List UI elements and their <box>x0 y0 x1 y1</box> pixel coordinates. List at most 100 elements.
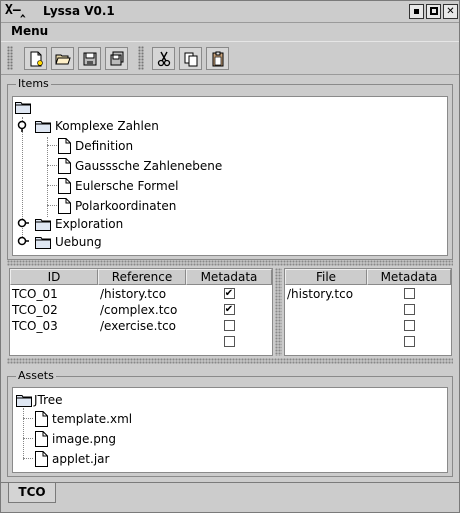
asset-item[interactable]: template.xml <box>35 410 132 428</box>
metadata-checkbox[interactable] <box>403 336 415 347</box>
collapsed-handle-icon[interactable] <box>17 218 29 230</box>
folder-icon <box>15 102 31 114</box>
new-button[interactable] <box>24 47 47 70</box>
table-row[interactable] <box>10 334 272 350</box>
cell-id: TCO_03 <box>12 319 58 333</box>
tab-tco[interactable]: TCO <box>8 483 56 503</box>
table-row[interactable]: TCO_03 /exercise.tco <box>10 318 272 334</box>
asset-item-label: applet.jar <box>52 452 110 466</box>
tree-node-label: Komplexe Zahlen <box>55 119 159 133</box>
minimize-button[interactable] <box>409 4 424 19</box>
metadata-checkbox[interactable] <box>403 320 415 331</box>
maximize-button[interactable] <box>426 4 441 19</box>
tree-node-komplexe-zahlen[interactable]: Komplexe Zahlen <box>35 117 159 135</box>
toolbar-grip[interactable] <box>138 46 144 70</box>
save-all-icon <box>110 51 124 66</box>
table-row[interactable]: TCO_01 /history.tco ✔ <box>10 286 272 302</box>
toolbar <box>1 41 459 75</box>
file-icon <box>35 411 48 427</box>
tab-strip-border <box>1 482 459 483</box>
assets-tree[interactable]: JTree template.xml image.png applet.jar <box>12 387 448 473</box>
cell-id: TCO_01 <box>12 287 58 301</box>
file-table[interactable]: File Metadata /history.tco <box>284 268 452 356</box>
horizontal-splitter[interactable] <box>7 260 453 266</box>
metadata-checkbox[interactable]: ✔ <box>223 304 235 315</box>
maximize-icon <box>429 7 438 15</box>
tree-guide <box>23 438 33 439</box>
file-table-header: File Metadata <box>285 269 451 285</box>
tree-root[interactable] <box>15 98 31 116</box>
tree-node-label: Uebung <box>55 235 102 249</box>
metadata-checkbox[interactable] <box>403 304 415 315</box>
cell-reference: /history.tco <box>100 287 167 301</box>
menu-item-menu[interactable]: Menu <box>11 24 48 38</box>
tree-leaf-eulersche-formel[interactable]: Eulersche Formel <box>58 177 178 195</box>
metadata-checkbox[interactable] <box>223 320 235 331</box>
items-tree[interactable]: Komplexe Zahlen Definition Gausssche Zah… <box>12 96 448 256</box>
table-row[interactable]: /history.tco <box>285 286 451 302</box>
collapsed-handle-icon[interactable] <box>17 236 29 248</box>
close-icon: ✕ <box>446 6 455 17</box>
asset-item[interactable]: applet.jar <box>35 450 109 468</box>
toolbar-grip[interactable] <box>7 46 13 70</box>
metadata-checkbox[interactable] <box>403 288 415 299</box>
table-row[interactable]: TCO_02 /complex.tco ✔ <box>10 302 272 318</box>
app-window: X—‸ Lyssa V0.1 ✕ Menu Items Komplexe Zah… <box>0 0 460 513</box>
column-header-metadata[interactable]: Metadata <box>367 269 451 285</box>
asset-item[interactable]: image.png <box>35 430 116 448</box>
tree-leaf-label: Gausssche Zahlenebene <box>75 159 223 173</box>
copy-button[interactable] <box>179 47 202 70</box>
vertical-splitter[interactable] <box>275 268 282 356</box>
tree-node-uebung[interactable]: Uebung <box>35 233 102 251</box>
save-button[interactable] <box>78 47 101 70</box>
table-row[interactable] <box>285 318 451 334</box>
assets-root[interactable]: JTree <box>16 391 63 409</box>
close-button[interactable]: ✕ <box>443 4 458 19</box>
title-bar[interactable]: X—‸ Lyssa V0.1 ✕ <box>1 1 459 23</box>
tree-leaf-label: Eulersche Formel <box>75 179 179 193</box>
save-all-button[interactable] <box>105 47 128 70</box>
table-row[interactable] <box>285 334 451 350</box>
file-icon <box>35 431 48 447</box>
expanded-handle-icon[interactable] <box>17 120 29 132</box>
cell-reference: /exercise.tco <box>100 319 177 333</box>
tree-leaf-definition[interactable]: Definition <box>58 137 133 155</box>
folder-icon <box>35 219 51 231</box>
paste-button[interactable] <box>206 47 229 70</box>
metadata-checkbox[interactable] <box>223 336 235 347</box>
open-folder-icon <box>55 54 71 65</box>
column-header-reference[interactable]: Reference <box>98 269 186 285</box>
horizontal-splitter[interactable] <box>7 358 453 364</box>
column-header-file[interactable]: File <box>285 269 367 285</box>
cell-reference <box>98 334 186 350</box>
save-icon <box>83 52 97 66</box>
assets-root-label: JTree <box>34 393 63 407</box>
menu-bar: Menu <box>1 23 459 41</box>
table-row[interactable] <box>285 302 451 318</box>
tree-guide <box>47 145 57 146</box>
tco-table-header: ID Reference Metadata <box>10 269 272 285</box>
file-icon <box>58 138 71 154</box>
items-panel-title: Items <box>16 77 51 90</box>
cut-button[interactable] <box>152 47 175 70</box>
window-logo: X—‸ <box>5 3 26 18</box>
cell-file <box>285 318 367 334</box>
new-document-icon <box>30 51 43 67</box>
folder-icon <box>35 121 51 133</box>
cell-id <box>10 334 98 350</box>
tco-table[interactable]: ID Reference Metadata TCO_01 /history.tc… <box>9 268 273 356</box>
tree-leaf-polarkoordinaten[interactable]: Polarkoordinaten <box>58 197 176 215</box>
tree-leaf-label: Polarkoordinaten <box>75 199 177 213</box>
assets-panel: Assets JTree template.xml image.png appl… <box>7 369 453 477</box>
column-header-metadata[interactable]: Metadata <box>186 269 272 285</box>
minimize-icon <box>414 9 419 14</box>
tree-node-exploration[interactable]: Exploration <box>35 215 123 233</box>
column-header-id[interactable]: ID <box>10 269 98 285</box>
cell-file <box>285 302 367 318</box>
cell-id: TCO_02 <box>12 303 58 317</box>
metadata-checkbox[interactable]: ✔ <box>223 288 235 299</box>
open-button[interactable] <box>51 47 74 70</box>
tree-guide <box>23 408 24 460</box>
tree-guide <box>23 458 33 459</box>
tree-leaf-gausssche-zahlenebene[interactable]: Gausssche Zahlenebene <box>58 157 222 175</box>
